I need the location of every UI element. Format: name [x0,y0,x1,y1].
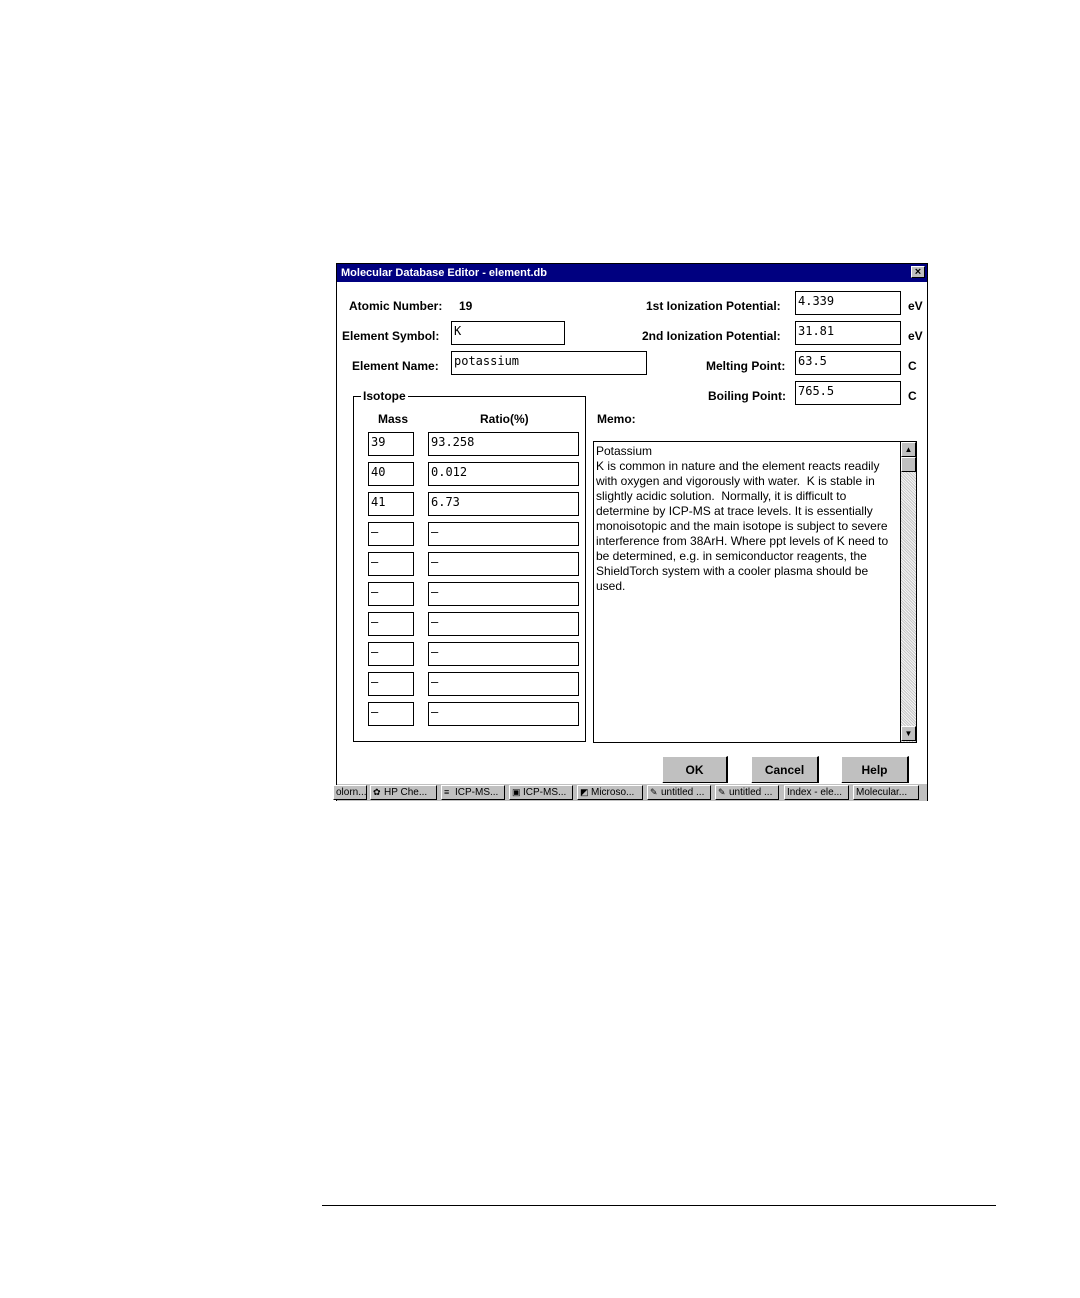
scroll-thumb[interactable] [901,457,916,472]
isotope-mass-input[interactable]: — [368,582,414,606]
window-title: Molecular Database Editor - element.db [341,267,547,279]
memo-scrollbar[interactable]: ▲ ▼ [900,442,916,742]
taskbar-button-label: olorn... [336,787,367,798]
isotope-mass-input[interactable]: — [368,552,414,576]
isotope-mass-input[interactable]: — [368,522,414,546]
atomic-number-value: 19 [459,299,473,313]
taskbar-button[interactable]: ✎ untitled ... [715,785,779,800]
melting-point-unit: C [908,359,917,373]
cancel-button[interactable]: Cancel [751,756,819,784]
isotope-mass-input[interactable]: 41 [368,492,414,516]
element-symbol-label: Element Symbol: [342,329,440,343]
ratio-column-header: Ratio(%) [480,412,529,426]
isotope-mass-input[interactable]: 40 [368,462,414,486]
taskbar-button-label: ICP-MS... [523,787,567,798]
melting-point-label: Melting Point: [706,359,786,373]
taskbar: olorn... ✿ HP Che... ≡ ICP-MS... ▣ ICP-MS... ◩ M… [333,783,927,801]
taskbar-button[interactable]: ✎ untitled ... [647,785,711,800]
isotope-mass-input[interactable]: — [368,672,414,696]
title-bar: Molecular Database Editor - element.db × [337,264,927,282]
taskbar-button-label: Molecular... [856,787,908,798]
taskbar-button-label: Index - ele... [787,787,843,798]
taskbar-button[interactable]: ◩ Microso... [577,785,643,800]
boiling-point-label: Boiling Point: [708,389,786,403]
boiling-point-unit: C [908,389,917,403]
paint-icon: ✎ [718,787,726,797]
element-name-label: Element Name: [352,359,439,373]
isotope-group-label: Isotope [361,389,408,403]
footer-rule [322,1205,996,1206]
mass-column-header: Mass [378,412,409,426]
icp-ms-icon: ≡ [444,787,450,797]
isotope-ratio-input[interactable]: 93.258 [428,432,579,456]
isotope-mass-input[interactable]: — [368,612,414,636]
taskbar-button[interactable]: olorn... [333,785,367,800]
isotope-mass-input[interactable]: 39 [368,432,414,456]
hp-chem-icon: ✿ [373,787,381,797]
second-ionization-unit: eV [908,329,923,343]
icp-ms-window-icon: ▣ [512,787,521,797]
first-ionization-input[interactable]: 4.339 [795,291,901,315]
memo-text[interactable]: Potassium K is common in nature and the … [596,444,900,594]
isotope-ratio-input[interactable]: — [428,672,579,696]
isotope-mass-input[interactable]: — [368,702,414,726]
isotope-ratio-input[interactable]: — [428,522,579,546]
molecular-database-editor-window: Molecular Database Editor - element.db ×… [333,263,928,801]
scroll-down-arrow-icon[interactable]: ▼ [901,726,916,741]
isotope-ratio-input[interactable]: — [428,612,579,636]
memo-label: Memo: [597,412,636,426]
isotope-ratio-input[interactable]: — [428,552,579,576]
taskbar-button[interactable]: Index - ele... [784,785,849,800]
taskbar-button-label: HP Che... [384,787,428,798]
paint-icon: ✎ [650,787,658,797]
ok-button[interactable]: OK [662,756,728,784]
taskbar-button-label: Microso... [591,787,635,798]
first-ionization-unit: eV [908,299,923,313]
memo-textarea[interactable]: Potassium K is common in nature and the … [593,441,917,743]
taskbar-button-label: untitled ... [729,787,773,798]
taskbar-button[interactable]: ▣ ICP-MS... [509,785,573,800]
help-button[interactable]: Help [841,756,909,784]
taskbar-button[interactable]: ✿ HP Che... [370,785,437,800]
taskbar-button[interactable]: ≡ ICP-MS... [441,785,505,800]
taskbar-button-label: untitled ... [661,787,705,798]
taskbar-button[interactable]: Molecular... [853,785,919,800]
element-symbol-input[interactable]: K [451,321,565,345]
isotope-ratio-input[interactable]: — [428,702,579,726]
first-ionization-label: 1st Ionization Potential: [646,299,781,313]
element-name-input[interactable]: potassium [451,351,647,375]
scroll-up-arrow-icon[interactable]: ▲ [901,442,916,457]
isotope-mass-input[interactable]: — [368,642,414,666]
isotope-ratio-input[interactable]: — [428,642,579,666]
melting-point-input[interactable]: 63.5 [795,351,901,375]
boiling-point-input[interactable]: 765.5 [795,381,901,405]
isotope-ratio-input[interactable]: 6.73 [428,492,579,516]
second-ionization-label: 2nd Ionization Potential: [642,329,781,343]
atomic-number-label: Atomic Number: [349,299,443,313]
isotope-ratio-input[interactable]: 0.012 [428,462,579,486]
taskbar-button-label: ICP-MS... [455,787,499,798]
second-ionization-input[interactable]: 31.81 [795,321,901,345]
isotope-ratio-input[interactable]: — [428,582,579,606]
close-icon[interactable]: × [911,266,925,278]
microsoft-icon: ◩ [580,787,589,797]
